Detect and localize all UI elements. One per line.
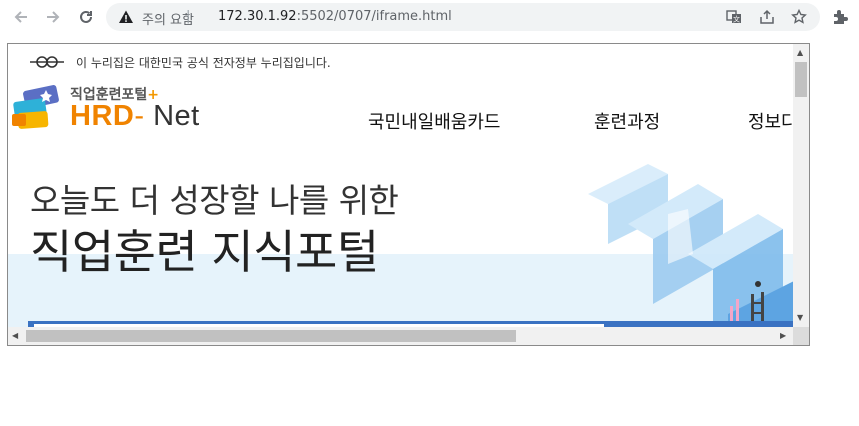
scroll-left-icon[interactable]: ◀ — [12, 332, 18, 340]
svg-text:文: 文 — [733, 15, 740, 24]
menu-item-courses[interactable]: 훈련과정 — [594, 108, 660, 134]
forward-icon — [47, 11, 60, 23]
iframe-frame: 이 누리집은 대한민국 공식 전자정부 누리집입니다. 직업훈련포털+ HRD-… — [7, 43, 810, 346]
reload-button[interactable] — [74, 5, 98, 29]
translate-icon: 文 — [726, 10, 741, 24]
extensions-button[interactable] — [828, 5, 852, 29]
bookmark-star-icon — [791, 9, 807, 24]
horizontal-scroll-thumb[interactable] — [26, 330, 516, 342]
omnibox-separator: | — [186, 9, 191, 24]
iframe-viewport: 이 누리집은 대한민국 공식 전자정부 누리집입니다. 직업훈련포털+ HRD-… — [8, 44, 793, 327]
horizontal-scrollbar[interactable]: ◀ ▶ — [8, 327, 793, 345]
menu-item-info[interactable]: 정보다 — [748, 108, 793, 134]
url-host: 172.30.1.92 — [218, 9, 297, 24]
warning-icon — [119, 10, 133, 23]
extensions-icon — [834, 10, 848, 24]
logo-emblem-icon — [12, 85, 59, 129]
bookmark-button[interactable] — [789, 7, 809, 27]
url-text[interactable]: 172.30.1.92:5502/0707/iframe.html — [218, 9, 452, 24]
hero-title: 직업훈련 지식포털 — [30, 225, 379, 279]
browser-toolbar: 주의 요함 | 172.30.1.92:5502/0707/iframe.htm… — [0, 0, 859, 34]
share-icon — [760, 9, 774, 24]
gov-notice-bar: 이 누리집은 대한민국 공식 전자정부 누리집입니다. — [28, 52, 331, 72]
vertical-scrollbar[interactable]: ▲ ▼ — [793, 44, 809, 327]
security-status[interactable] — [116, 7, 136, 27]
back-button[interactable] — [9, 5, 33, 29]
url-path: :5502/0707/iframe.html — [296, 9, 452, 24]
back-icon — [14, 11, 27, 23]
vertical-scroll-thumb[interactable] — [795, 62, 807, 97]
hrd-net-logo[interactable]: 직업훈련포털+ HRD- Net — [10, 84, 210, 134]
gov-emblem-icon — [30, 56, 64, 68]
share-button[interactable] — [757, 7, 777, 27]
scroll-down-icon[interactable]: ▼ — [797, 314, 803, 322]
logo-wordmark: HRD- Net — [70, 100, 200, 132]
scroll-up-icon[interactable]: ▲ — [797, 49, 803, 57]
translate-button[interactable]: 文 — [724, 7, 744, 27]
forward-button[interactable] — [41, 5, 65, 29]
reload-icon — [80, 10, 92, 23]
scrollbar-corner — [793, 327, 809, 345]
scroll-right-icon[interactable]: ▶ — [780, 332, 786, 340]
hero-illustration — [588, 164, 793, 327]
hero-subtitle: 오늘도 더 성장할 나를 위한 — [30, 181, 399, 220]
gov-notice-text: 이 누리집은 대한민국 공식 전자정부 누리집입니다. — [76, 55, 331, 70]
address-bar[interactable]: 주의 요함 | 172.30.1.92:5502/0707/iframe.htm… — [106, 3, 820, 31]
menu-item-tomorrow-card[interactable]: 국민내일배움카드 — [368, 108, 500, 134]
